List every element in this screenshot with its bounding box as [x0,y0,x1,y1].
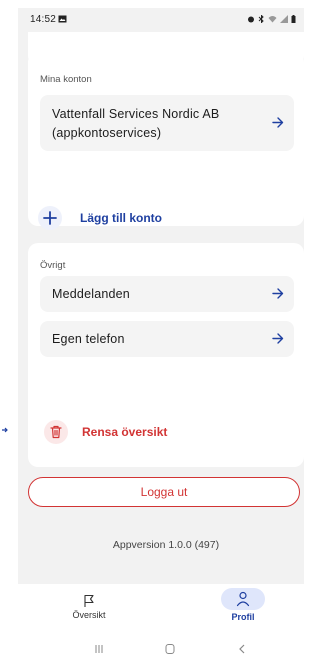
accounts-card: Mina konton Vattenfall Services Nordic A… [28,52,304,226]
own-phone-item[interactable]: Egen telefon [40,321,294,357]
nav-overview[interactable]: Översikt [44,594,134,620]
phone-screen: 14:52 Mina konton Vattenfall Services No… [18,8,304,664]
bluetooth-icon [258,15,264,23]
nav-profile-label: Profil [231,612,255,622]
system-navigation-bar [18,634,304,664]
status-icons [247,15,296,23]
signal-icon [280,15,288,23]
nav-overview-label: Översikt [72,610,106,620]
wifi-icon [268,16,277,23]
arrow-right-icon [272,333,284,344]
accounts-section-label: Mina konton [40,74,92,85]
logout-button[interactable]: Logga ut [28,477,300,507]
messages-label: Meddelanden [52,287,130,301]
plus-icon [38,206,62,230]
trash-icon [44,420,68,444]
add-account-label: Lägg till konto [80,211,162,225]
bottom-navigation: Översikt Profil [18,584,304,634]
image-icon [58,15,67,23]
arrow-right-icon [272,288,284,299]
account-item[interactable]: Vattenfall Services Nordic AB (appkontos… [40,95,294,151]
clear-overview-label: Rensa översikt [82,425,168,439]
app-version: Appversion 1.0.0 (497) [112,539,220,551]
arrow-right-icon [2,427,8,433]
status-time: 14:52 [30,14,57,25]
account-name-line2: (appkontoservices) [52,126,162,140]
status-bar: 14:52 [18,8,304,32]
own-phone-label: Egen telefon [52,332,125,346]
back-icon[interactable] [236,642,248,660]
messages-item[interactable]: Meddelanden [40,276,294,312]
person-icon [236,591,250,607]
nav-profile-indicator [221,588,265,610]
recents-icon[interactable] [93,642,105,660]
home-icon[interactable] [164,642,176,660]
other-section-label: Övrigt [40,260,66,271]
account-name-line1: Vattenfall Services Nordic AB [52,107,220,121]
flag-icon [84,594,94,607]
nav-profile[interactable]: Profil [198,588,288,622]
battery-icon [291,15,296,23]
alarm-icon [248,16,254,23]
arrow-right-icon [272,117,284,128]
